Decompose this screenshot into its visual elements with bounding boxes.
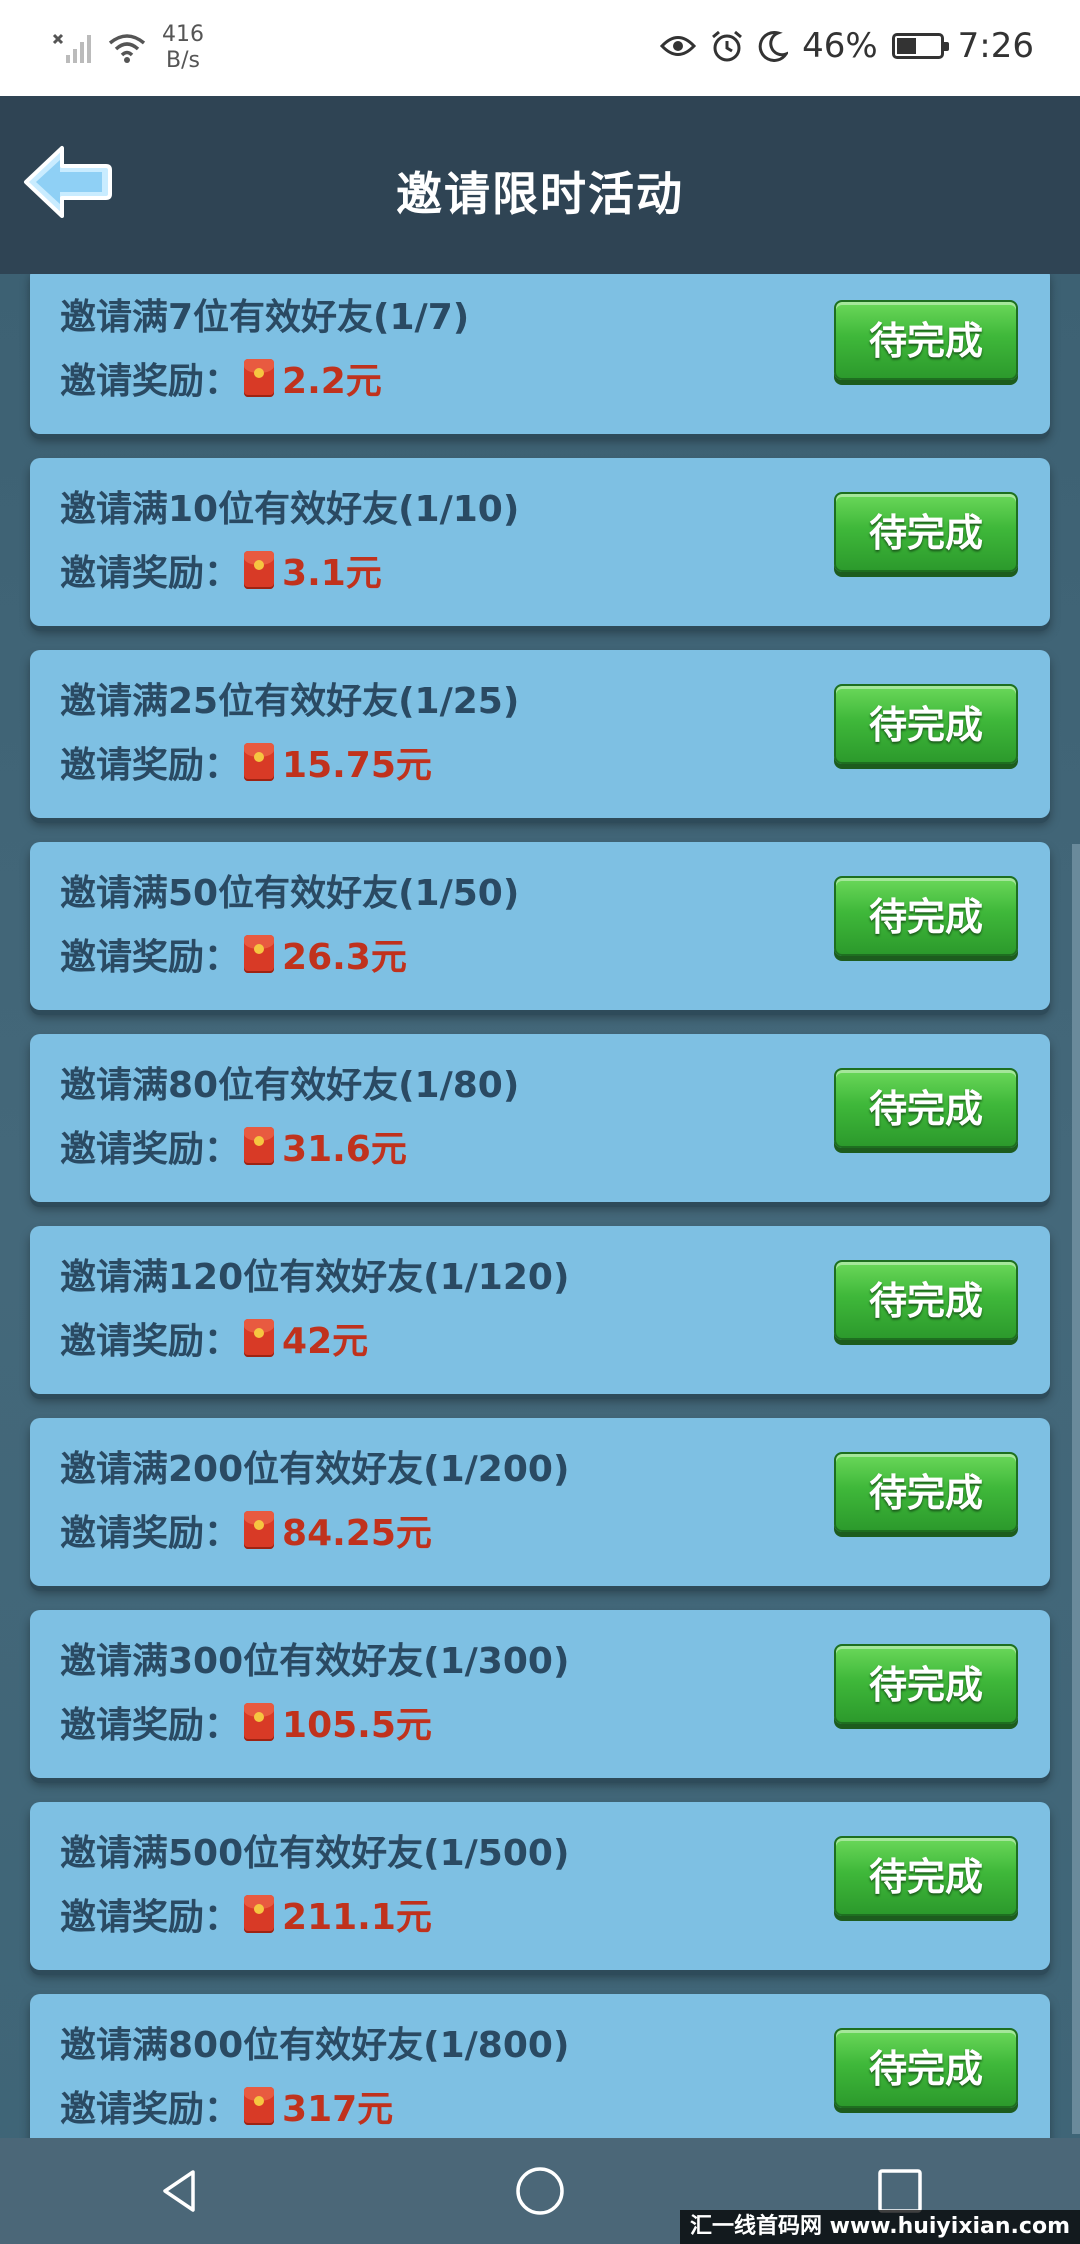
- task-title: 邀请满50位有效好友(1/50): [60, 873, 520, 914]
- red-packet-icon: [244, 1895, 275, 1933]
- pending-button[interactable]: 待完成: [834, 1836, 1018, 1916]
- pending-button[interactable]: 待完成: [834, 1644, 1018, 1724]
- reward-amount: 211.1元: [282, 1897, 432, 1938]
- pending-button[interactable]: 待完成: [834, 2028, 1018, 2108]
- pending-button[interactable]: 待完成: [834, 1260, 1018, 1340]
- task-reward: 邀请奖励： 105.5元: [60, 1696, 432, 1748]
- reward-amount: 84.25元: [282, 1513, 432, 1554]
- red-packet-icon: [244, 2087, 275, 2125]
- task-title: 邀请满80位有效好友(1/80): [60, 1065, 520, 1106]
- eye-comfort-icon: [660, 33, 697, 59]
- task-reward: 邀请奖励： 31.6元: [60, 1120, 407, 1172]
- task-reward: 邀请奖励： 15.75元: [60, 736, 432, 788]
- red-packet-icon: [244, 1127, 275, 1165]
- battery-icon: [891, 33, 949, 59]
- clock: 7:26: [957, 26, 1034, 66]
- reward-label: 邀请奖励：: [60, 1513, 241, 1554]
- task-title: 邀请满120位有效好友(1/120): [60, 1257, 570, 1298]
- task-title: 邀请满200位有效好友(1/200): [60, 1449, 570, 1490]
- reward-label: 邀请奖励：: [60, 361, 241, 402]
- task-reward: 邀请奖励： 2.2元: [60, 352, 382, 404]
- red-packet-icon: [244, 551, 275, 589]
- reward-label: 邀请奖励：: [60, 937, 241, 978]
- red-packet-icon: [244, 935, 275, 973]
- wifi-icon: [108, 32, 146, 64]
- task-card: 邀请满120位有效好友(1/120) 邀请奖励： 42元 待完成: [30, 1226, 1050, 1394]
- pending-button[interactable]: 待完成: [834, 1452, 1018, 1532]
- alarm-icon: [710, 29, 744, 63]
- nav-home-button[interactable]: [500, 2151, 580, 2231]
- pending-button[interactable]: 待完成: [834, 300, 1018, 380]
- red-packet-icon: [244, 359, 275, 397]
- task-title: 邀请满10位有效好友(1/10): [60, 489, 520, 530]
- status-bar: 416 B/s 46% 7:26: [0, 0, 1080, 96]
- task-title: 邀请满800位有效好友(1/800): [60, 2025, 570, 2066]
- task-reward: 邀请奖励： 84.25元: [60, 1504, 432, 1556]
- reward-amount: 105.5元: [282, 1705, 432, 1746]
- reward-amount: 317元: [282, 2089, 394, 2130]
- red-packet-icon: [244, 1703, 275, 1741]
- task-reward: 邀请奖励： 42元: [60, 1312, 368, 1364]
- task-card: 邀请满10位有效好友(1/10) 邀请奖励： 3.1元 待完成: [30, 458, 1050, 626]
- page-title: 邀请限时活动: [396, 167, 684, 221]
- task-title: 邀请满500位有效好友(1/500): [60, 1833, 570, 1874]
- task-reward: 邀请奖励： 3.1元: [60, 544, 382, 596]
- task-title: 邀请满7位有效好友(1/7): [60, 297, 470, 338]
- task-card: 邀请满50位有效好友(1/50) 邀请奖励： 26.3元 待完成: [30, 842, 1050, 1010]
- reward-amount: 2.2元: [282, 361, 382, 402]
- nav-back-button[interactable]: [140, 2151, 220, 2231]
- task-card: 邀请满300位有效好友(1/300) 邀请奖励： 105.5元 待完成: [30, 1610, 1050, 1778]
- do-not-disturb-icon: [758, 30, 789, 62]
- battery-percent: 46%: [802, 26, 878, 66]
- reward-amount: 31.6元: [282, 1129, 407, 1170]
- task-reward: 邀请奖励： 317元: [60, 2080, 393, 2132]
- system-nav-bar: 汇一线首码网 www.huiyixian.com: [0, 2138, 1080, 2244]
- task-title: 邀请满25位有效好友(1/25): [60, 681, 520, 722]
- task-card: 邀请满200位有效好友(1/200) 邀请奖励： 84.25元 待完成: [30, 1418, 1050, 1586]
- reward-label: 邀请奖励：: [60, 2089, 241, 2130]
- reward-amount: 15.75元: [282, 745, 432, 786]
- reward-label: 邀请奖励：: [60, 1321, 241, 1362]
- reward-amount: 26.3元: [282, 937, 407, 978]
- scrollbar[interactable]: [1072, 844, 1080, 2134]
- task-card: 邀请满80位有效好友(1/80) 邀请奖励： 31.6元 待完成: [30, 1034, 1050, 1202]
- task-card: 邀请满25位有效好友(1/25) 邀请奖励： 15.75元 待完成: [30, 650, 1050, 818]
- network-speed: 416 B/s: [162, 22, 204, 73]
- reward-label: 邀请奖励：: [60, 1897, 241, 1938]
- task-list[interactable]: 邀请满7位有效好友(1/7) 邀请奖励： 2.2元 待完成 邀请满10位有效好友(1/1…: [0, 274, 1080, 2138]
- app-header: 邀请限时活动: [0, 96, 1080, 274]
- task-title: 邀请满300位有效好友(1/300): [60, 1641, 570, 1682]
- signal-off-icon: [52, 31, 92, 65]
- reward-label: 邀请奖励：: [60, 553, 241, 594]
- task-reward: 邀请奖励： 26.3元: [60, 928, 407, 980]
- reward-label: 邀请奖励：: [60, 745, 241, 786]
- reward-label: 邀请奖励：: [60, 1129, 241, 1170]
- red-packet-icon: [244, 1511, 275, 1549]
- red-packet-icon: [244, 1319, 275, 1357]
- task-reward: 邀请奖励： 211.1元: [60, 1888, 432, 1940]
- task-card: 邀请满7位有效好友(1/7) 邀请奖励： 2.2元 待完成: [30, 274, 1050, 434]
- task-card: 邀请满800位有效好友(1/800) 邀请奖励： 317元 待完成: [30, 1994, 1050, 2138]
- nav-home-icon: [516, 2167, 564, 2215]
- reward-amount: 3.1元: [282, 553, 382, 594]
- task-card: 邀请满500位有效好友(1/500) 邀请奖励： 211.1元 待完成: [30, 1802, 1050, 1970]
- pending-button[interactable]: 待完成: [834, 876, 1018, 956]
- reward-amount: 42元: [282, 1321, 369, 1362]
- red-packet-icon: [244, 743, 275, 781]
- watermark: 汇一线首码网 www.huiyixian.com: [679, 2210, 1080, 2244]
- reward-label: 邀请奖励：: [60, 1705, 241, 1746]
- nav-back-icon: [163, 2170, 195, 2212]
- pending-button[interactable]: 待完成: [834, 492, 1018, 572]
- pending-button[interactable]: 待完成: [834, 684, 1018, 764]
- nav-recent-icon: [878, 2169, 922, 2213]
- pending-button[interactable]: 待完成: [834, 1068, 1018, 1148]
